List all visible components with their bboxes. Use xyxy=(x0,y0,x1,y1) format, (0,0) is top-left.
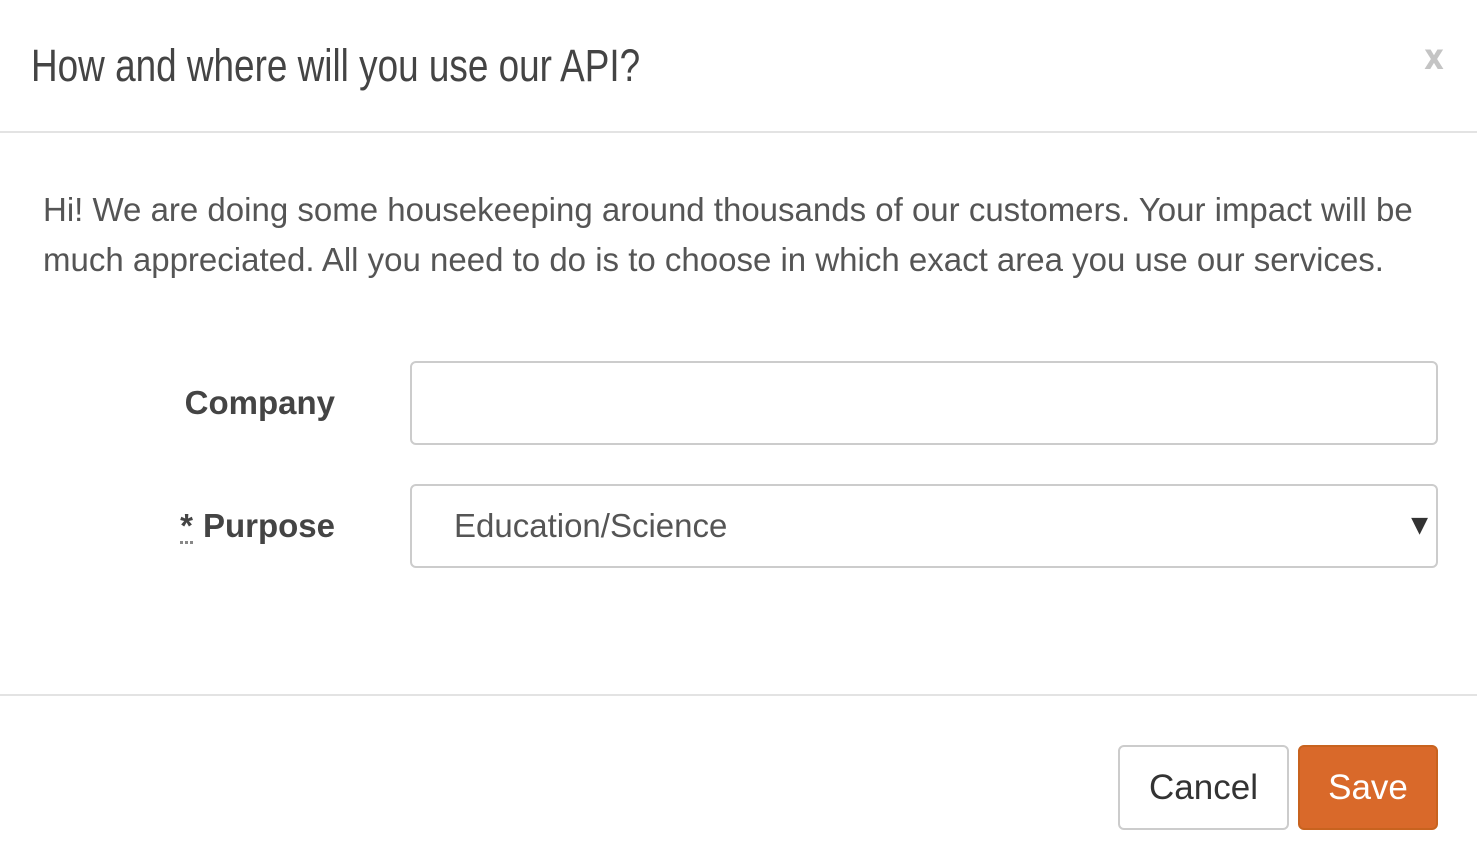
dialog-body: Hi! We are doing some housekeeping aroun… xyxy=(0,135,1477,694)
purpose-label: Purpose xyxy=(202,507,335,544)
purpose-label-group: * Purpose xyxy=(180,484,335,568)
purpose-row: * Purpose Education/Science ▼ xyxy=(0,484,1477,568)
close-icon[interactable]: x xyxy=(1421,38,1447,78)
save-button[interactable]: Save xyxy=(1298,745,1438,830)
dialog-footer: Cancel Save xyxy=(0,694,1477,862)
purpose-selected-value: Education/Science xyxy=(454,507,728,544)
purpose-select[interactable]: Education/Science ▼ xyxy=(410,484,1438,568)
dialog-title: How and where will you use our API? xyxy=(31,40,641,91)
api-usage-dialog: How and where will you use our API? x Hi… xyxy=(0,0,1477,862)
company-row: Company xyxy=(0,361,1477,445)
cancel-button[interactable]: Cancel xyxy=(1118,745,1289,830)
intro-text: Hi! We are doing some housekeeping aroun… xyxy=(43,191,1413,278)
dropdown-arrow-icon: ▼ xyxy=(1411,513,1428,538)
dialog-header: How and where will you use our API? x xyxy=(0,0,1477,133)
company-input[interactable] xyxy=(410,361,1438,445)
company-label: Company xyxy=(184,384,335,421)
required-marker: * xyxy=(180,507,193,544)
